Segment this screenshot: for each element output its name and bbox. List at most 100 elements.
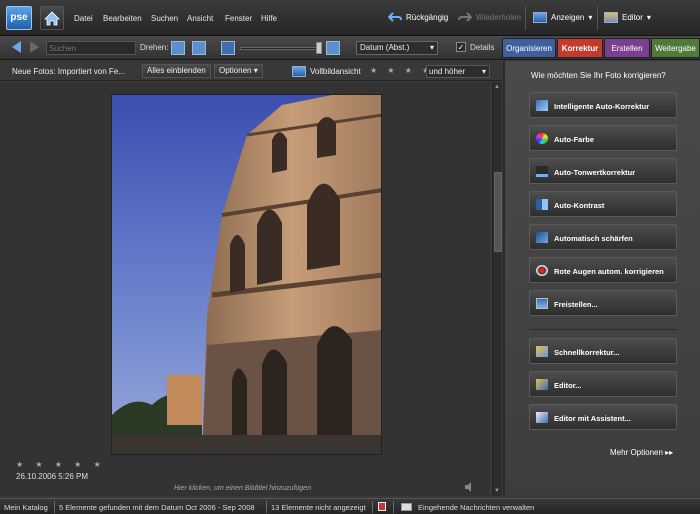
zoom-slider-handle[interactable]: [316, 42, 322, 54]
color-wheel-icon: [536, 133, 548, 144]
rating-filter-value: und höher: [429, 67, 466, 76]
status-bar: Mein Katalog 5 Elemente gefunden mit dem…: [0, 498, 700, 514]
calendar-icon[interactable]: [378, 502, 386, 511]
redo-label: Wiederholen: [476, 12, 521, 22]
smart-fix-button[interactable]: Intelligente Auto-Korrektur: [529, 92, 677, 118]
quick-fix-icon: [536, 346, 548, 357]
quick-fix-button[interactable]: Schnellkorrektur...: [529, 338, 677, 364]
browser-subbar: Neue Fotos: Importiert von Fe... Alles e…: [0, 61, 502, 81]
rating-filter-select[interactable]: und höher ▾: [426, 65, 490, 78]
scroll-down-icon[interactable]: ▼: [494, 488, 500, 494]
menu-bar: pse Datei Bearbeiten Suchen Ansicht Fens…: [0, 0, 700, 36]
tab-korrektur[interactable]: Korrektur: [557, 38, 603, 58]
scrollbar-thumb[interactable]: [494, 172, 502, 252]
editor-icon: [604, 12, 618, 23]
redo-button[interactable]: Wiederholen: [458, 12, 521, 22]
details-label: Details: [470, 43, 495, 52]
app-logo: pse: [6, 6, 32, 30]
contrast-icon: [536, 199, 548, 210]
guided-editor-button[interactable]: Editor mit Assistent...: [529, 404, 677, 430]
chevron-down-icon: ▾: [588, 13, 593, 22]
caption-hint[interactable]: Hier klicken, um einen Bildtitel hinzuzu…: [174, 485, 311, 492]
catalog-name[interactable]: Mein Katalog: [4, 503, 48, 512]
photo-scrollbar[interactable]: ▲ ▼: [492, 82, 502, 496]
more-options-link[interactable]: Mehr Optionen ▸▸: [610, 448, 673, 457]
details-checkbox[interactable]: ✓: [456, 42, 466, 52]
menu-ansicht[interactable]: Ansicht: [187, 14, 213, 23]
display-label: Anzeigen: [551, 13, 585, 22]
messages-status[interactable]: Eingehende Nachrichten verwalten: [418, 503, 534, 512]
monitor-icon: [533, 12, 547, 23]
red-eye-button[interactable]: Rote Augen autom. korrigieren: [529, 257, 677, 283]
envelope-icon[interactable]: [401, 503, 412, 511]
photo-thumbnail[interactable]: [111, 94, 382, 455]
show-all-button[interactable]: Alles einblenden: [142, 64, 211, 78]
zoom-slider[interactable]: [240, 47, 320, 50]
crop-icon: [536, 298, 548, 309]
undo-button[interactable]: Rückgängig: [388, 12, 448, 22]
chevron-down-icon: ▾: [429, 43, 434, 52]
panel-title: Wie möchten Sie Ihr Foto korrigieren?: [531, 71, 666, 80]
auto-color-button[interactable]: Auto-Farbe: [529, 125, 677, 151]
magic-wand-icon: [536, 100, 548, 111]
hidden-items-status: 13 Elemente nicht angezeigt: [271, 503, 366, 512]
chevron-down-icon: ▾: [646, 13, 651, 22]
auto-sharpen-button[interactable]: Automatisch schärfen: [529, 224, 677, 250]
scroll-up-icon[interactable]: ▲: [494, 84, 500, 90]
home-button[interactable]: [40, 6, 64, 30]
undo-label: Rückgängig: [406, 12, 449, 22]
auto-levels-button[interactable]: Auto-Tonwertkorrektur: [529, 158, 677, 184]
display-menu[interactable]: Anzeigen ▾: [533, 12, 592, 23]
panel-divider: [529, 329, 677, 330]
home-icon: [44, 11, 60, 26]
tab-organisieren[interactable]: Organisieren: [502, 38, 556, 58]
undo-icon: [388, 12, 402, 22]
new-photos-label: Neue Fotos: Importiert von Fe...: [12, 67, 125, 76]
forward-arrow-icon[interactable]: [30, 41, 39, 53]
menu-hilfe[interactable]: Hilfe: [261, 14, 277, 23]
colosseum-photo: [112, 95, 381, 454]
tab-erstellen[interactable]: Erstellen: [604, 38, 650, 58]
menu-bearbeiten[interactable]: Bearbeiten: [103, 14, 142, 23]
chevron-down-icon: ▾: [481, 67, 486, 76]
levels-icon: [536, 166, 548, 177]
editor-button[interactable]: Editor...: [529, 371, 677, 397]
red-eye-icon: [536, 265, 548, 276]
tab-weitergabe[interactable]: Weitergabe: [651, 38, 700, 58]
options-menu[interactable]: Optionen ▾: [214, 64, 263, 78]
editor-icon: [536, 379, 548, 390]
media-browser: ★ ★ ★ ★ ★ 26.10.2006 5:26 PM Hier klicke…: [0, 82, 490, 496]
app-window: pse Datei Bearbeiten Suchen Ansicht Fens…: [0, 0, 700, 514]
double-chevron-right-icon: ▸▸: [665, 448, 674, 457]
crop-button[interactable]: Freistellen...: [529, 290, 677, 316]
sharpen-icon: [536, 232, 548, 243]
sort-order-select[interactable]: Datum (Abst.) ▾: [356, 41, 438, 55]
rotate-left-icon[interactable]: [171, 41, 185, 55]
chevron-down-icon: ▾: [253, 66, 258, 75]
editor-label: Editor: [622, 13, 643, 22]
found-items-status: 5 Elemente gefunden mit dem Datum Oct 20…: [59, 503, 255, 512]
toolbar: Drehen: Datum (Abst.) ▾ ✓ Details Organi…: [0, 36, 700, 60]
menu-suchen[interactable]: Suchen: [151, 14, 178, 23]
rotate-label: Drehen:: [140, 43, 169, 52]
fullscreen-icon[interactable]: [292, 66, 306, 77]
fullscreen-label[interactable]: Vollbildansicht: [310, 67, 361, 76]
back-arrow-icon[interactable]: [12, 41, 21, 53]
editor-menu[interactable]: Editor ▾: [604, 12, 651, 23]
guided-editor-icon: [536, 412, 548, 423]
photo-rating-stars[interactable]: ★ ★ ★ ★ ★: [16, 460, 106, 469]
photo-date: 26.10.2006 5:26 PM: [16, 472, 89, 481]
large-thumbnail-icon[interactable]: [326, 41, 340, 55]
speaker-icon[interactable]: [464, 482, 474, 492]
menu-fenster[interactable]: Fenster: [225, 14, 252, 23]
sort-order-value: Datum (Abst.): [360, 43, 410, 52]
redo-icon: [458, 12, 472, 22]
more-options-label: Mehr Optionen: [610, 448, 663, 457]
fix-panel: Wie möchten Sie Ihr Foto korrigieren? In…: [503, 61, 700, 496]
rotate-right-icon[interactable]: [192, 41, 206, 55]
auto-contrast-button[interactable]: Auto-Kontrast: [529, 191, 677, 217]
search-input[interactable]: [46, 41, 136, 55]
options-label: Optionen: [219, 66, 252, 75]
small-thumbnail-icon[interactable]: [221, 41, 235, 55]
menu-datei[interactable]: Datei: [74, 14, 93, 23]
